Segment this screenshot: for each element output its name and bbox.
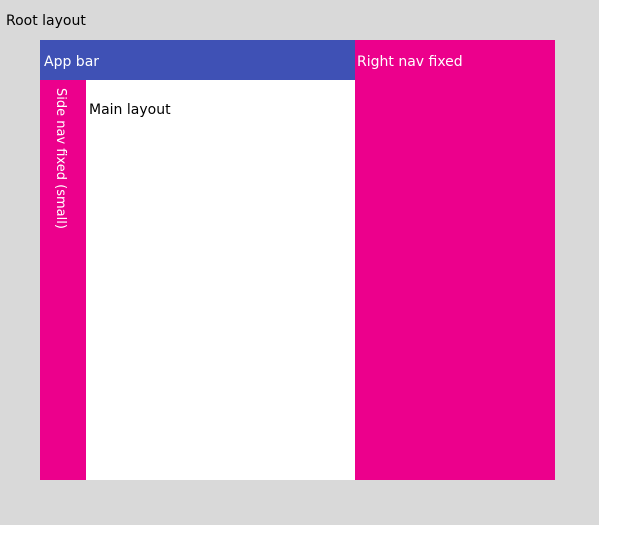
root-layout-label: Root layout — [6, 13, 86, 29]
right-nav: Right nav fixed — [355, 40, 555, 480]
root-layout: Root layout App bar Side nav fixed (smal… — [0, 0, 599, 525]
side-nav-label: Side nav fixed (small) — [53, 88, 68, 229]
main-layout-label: Main layout — [89, 102, 171, 118]
main-layout: Main layout — [86, 80, 355, 480]
app-bar-label: App bar — [44, 54, 100, 70]
app-bar: App bar — [40, 40, 355, 80]
right-nav-label: Right nav fixed — [357, 54, 463, 70]
side-nav: Side nav fixed (small) — [40, 80, 86, 480]
